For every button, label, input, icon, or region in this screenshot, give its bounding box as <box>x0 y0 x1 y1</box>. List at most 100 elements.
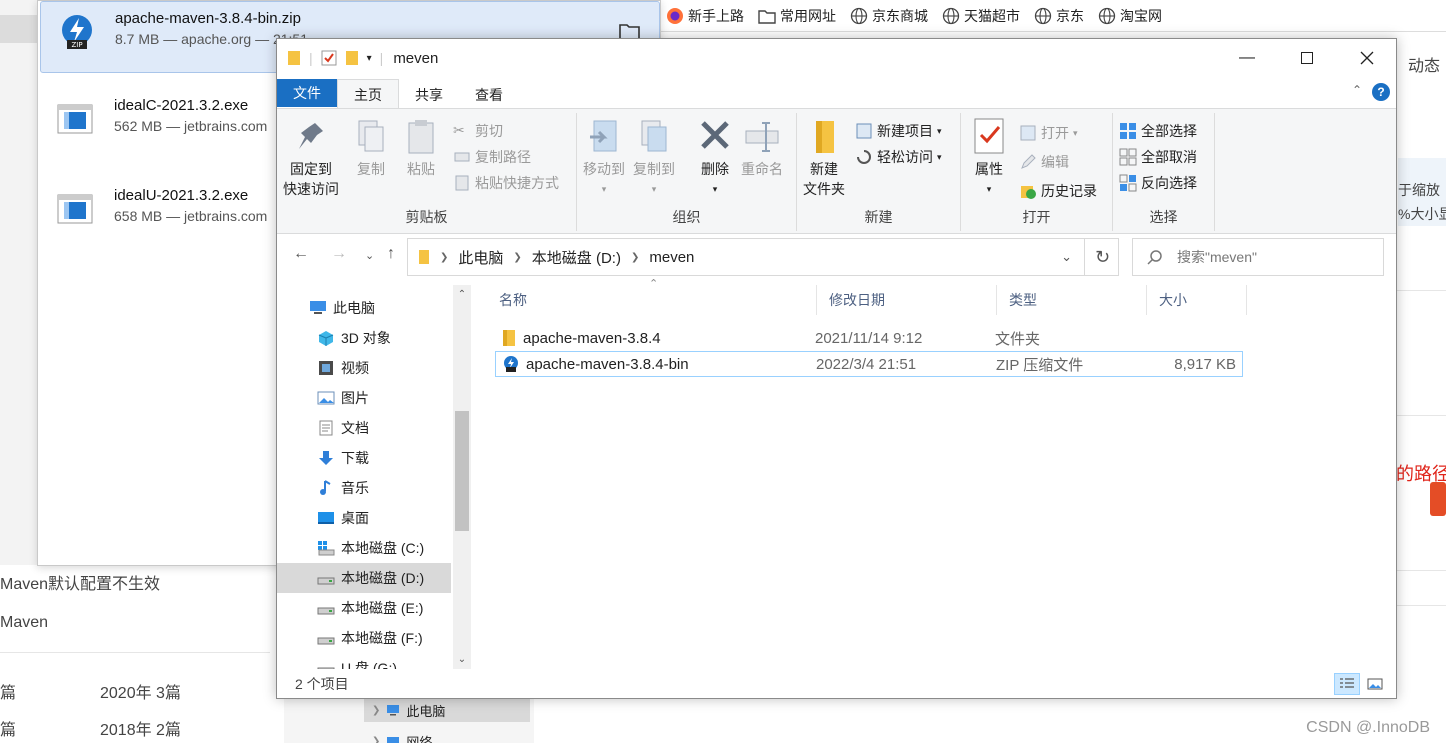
computer-icon <box>387 705 400 716</box>
watermark: CSDN @.InnoDB <box>1306 719 1430 736</box>
scroll-up-icon[interactable]: ⌃ <box>453 289 471 300</box>
bookmark-jd-mall[interactable]: 京东商城 <box>850 6 928 26</box>
history-button[interactable]: 历史记录 <box>1019 179 1097 203</box>
breadcrumb-drive-d[interactable]: 本地磁盘 (D:) <box>532 247 621 268</box>
customize-dropdown-icon[interactable]: ▾ <box>367 53 372 64</box>
collapse-ribbon-icon[interactable]: ⌃ <box>1352 83 1362 97</box>
properties-button[interactable]: 属性 ▾ <box>971 117 1007 199</box>
file-row[interactable]: apache-maven-3.8.4 2021/11/14 9:12 文件夹 <box>495 325 1243 351</box>
properties-check-icon[interactable] <box>321 50 337 66</box>
bookmark-tmall[interactable]: 天猫超市 <box>942 6 1020 26</box>
copy-button[interactable]: 复制 <box>353 117 389 179</box>
nav-item-videos[interactable]: 视频 <box>277 353 451 383</box>
help-button[interactable]: ? <box>1372 83 1390 101</box>
details-view-button[interactable] <box>1334 673 1360 695</box>
breadcrumb-this-pc[interactable]: 此电脑 <box>458 247 503 268</box>
nav-item-drive-f[interactable]: 本地磁盘 (F:) <box>277 623 451 653</box>
network-icon <box>387 736 400 743</box>
column-date[interactable]: 修改日期 <box>817 285 997 315</box>
chevron-right-icon: ❯ <box>372 704 381 716</box>
bg-nav-network[interactable]: ❯ 网络 <box>372 732 432 743</box>
nav-scrollbar[interactable]: ⌃ ⌄ <box>453 285 471 669</box>
chevron-right-icon: ❯ <box>630 251 640 263</box>
paste-shortcut-icon <box>455 175 469 191</box>
bookmark-label: 常用网址 <box>780 7 836 24</box>
nav-item-documents[interactable]: 文档 <box>277 413 451 443</box>
nav-item-3d-objects[interactable]: 3D 对象 <box>277 323 451 353</box>
bg-tag[interactable]: Maven <box>0 614 48 632</box>
nav-item-drive-d[interactable]: 本地磁盘 (D:) <box>277 563 451 593</box>
nav-item-desktop[interactable]: 桌面 <box>277 503 451 533</box>
nav-item-drive-c[interactable]: 本地磁盘 (C:) <box>277 533 451 563</box>
copy-to-button[interactable]: 复制到 ▾ <box>633 117 675 199</box>
new-folder-button[interactable]: 新建 文件夹 <box>803 117 845 199</box>
minimize-button[interactable]: — <box>1217 39 1277 77</box>
nav-label: 文档 <box>341 420 369 436</box>
firefox-icon <box>667 7 683 24</box>
column-type[interactable]: 类型 <box>997 285 1147 315</box>
bookmark-common[interactable]: 常用网址 <box>758 6 836 26</box>
address-row: ← → ⌄ ↑ ❯ 此电脑 ❯ 本地磁盘 (D:) ❯ meven ⌄ ↻ 搜索… <box>277 237 1396 277</box>
move-to-button[interactable]: 移动到 ▾ <box>583 117 625 199</box>
tab-view[interactable]: 查看 <box>459 81 519 109</box>
nav-item-usb-g[interactable]: U 盘 (G:) <box>277 653 451 669</box>
bookmark-label: 淘宝网 <box>1120 7 1162 24</box>
bookmark-taobao[interactable]: 淘宝网 <box>1098 6 1162 26</box>
invert-selection-button[interactable]: 反向选择 <box>1119 171 1197 195</box>
select-all-button[interactable]: 全部选择 <box>1119 119 1197 143</box>
back-button[interactable]: ← <box>293 245 309 263</box>
search-input[interactable]: 搜索"meven" <box>1132 238 1384 276</box>
nav-item-drive-e[interactable]: 本地磁盘 (E:) <box>277 593 451 623</box>
forward-arrow-icon: → <box>331 245 347 262</box>
bookmark-jd[interactable]: 京东 <box>1034 6 1084 26</box>
paste-button[interactable]: 粘贴 <box>403 117 439 179</box>
rename-button[interactable]: 重命名 <box>741 117 783 179</box>
breadcrumb-meven[interactable]: meven <box>649 249 694 266</box>
tab-home[interactable]: 主页 <box>337 79 399 109</box>
new-item-button[interactable]: 新建项目 ▾ <box>855 119 942 143</box>
new-folder-icon[interactable] <box>345 50 359 66</box>
address-bar[interactable]: ❯ 此电脑 ❯ 本地磁盘 (D:) ❯ meven ⌄ <box>407 238 1119 276</box>
window-title: meven <box>393 49 439 67</box>
bg-nav-this-pc[interactable]: ❯ 此电脑 <box>364 698 530 722</box>
column-name[interactable]: 名称 <box>487 285 817 315</box>
cut-button[interactable]: ✂ 剪切 <box>453 119 503 143</box>
delete-label: 删除 <box>701 161 729 177</box>
file-row[interactable]: apache-maven-3.8.4-bin 2022/3/4 21:51 ZI… <box>495 351 1243 377</box>
tab-file[interactable]: 文件 <box>277 79 337 107</box>
scroll-thumb[interactable] <box>455 411 469 531</box>
folder-outline-icon <box>758 9 776 24</box>
refresh-button[interactable]: ↻ <box>1084 238 1120 276</box>
open-button[interactable]: 打开 ▾ <box>1019 121 1078 145</box>
bookmark-newbie[interactable]: 新手上路 <box>666 6 744 26</box>
up-button[interactable]: ↑ <box>387 245 395 263</box>
easy-access-button[interactable]: 轻松访问 ▾ <box>855 145 942 169</box>
column-size[interactable]: 大小 <box>1147 285 1247 315</box>
nav-item-music[interactable]: 音乐 <box>277 473 451 503</box>
exe-icon <box>57 104 93 134</box>
open-label: 打开 <box>1041 125 1069 141</box>
bg-archive-2020[interactable]: 2020年 3篇 <box>100 679 181 703</box>
tab-share[interactable]: 共享 <box>399 81 459 109</box>
recent-locations-button[interactable]: ⌄ <box>365 249 374 262</box>
close-button[interactable] <box>1337 39 1397 77</box>
edit-button[interactable]: 编辑 <box>1019 150 1069 174</box>
large-icons-view-button[interactable] <box>1362 673 1388 695</box>
select-none-button[interactable]: 全部取消 <box>1119 145 1197 169</box>
nav-item-pictures[interactable]: 图片 <box>277 383 451 413</box>
bg-archive-2018[interactable]: 2018年 2篇 <box>100 716 181 740</box>
dropdown-arrow-icon: ▾ <box>712 184 718 194</box>
paste-shortcut-button[interactable]: 粘贴快捷方式 <box>453 171 559 195</box>
maximize-button[interactable] <box>1277 39 1337 77</box>
documents-icon <box>319 420 333 436</box>
address-dropdown-icon[interactable]: ⌄ <box>1061 249 1072 265</box>
copy-path-button[interactable]: 复制路径 <box>453 145 531 169</box>
nav-label: U 盘 (G:) <box>341 660 397 669</box>
pin-quick-access-button[interactable]: 固定到 快速访问 <box>283 117 339 199</box>
forward-button[interactable]: → <box>331 245 347 263</box>
nav-item-this-pc[interactable]: 此电脑 <box>277 293 451 323</box>
scroll-down-icon[interactable]: ⌄ <box>453 654 471 665</box>
bg-article-title[interactable]: Maven默认配置不生效 <box>0 570 160 594</box>
nav-item-downloads[interactable]: 下载 <box>277 443 451 473</box>
delete-button[interactable]: 删除 ▾ <box>697 117 733 199</box>
